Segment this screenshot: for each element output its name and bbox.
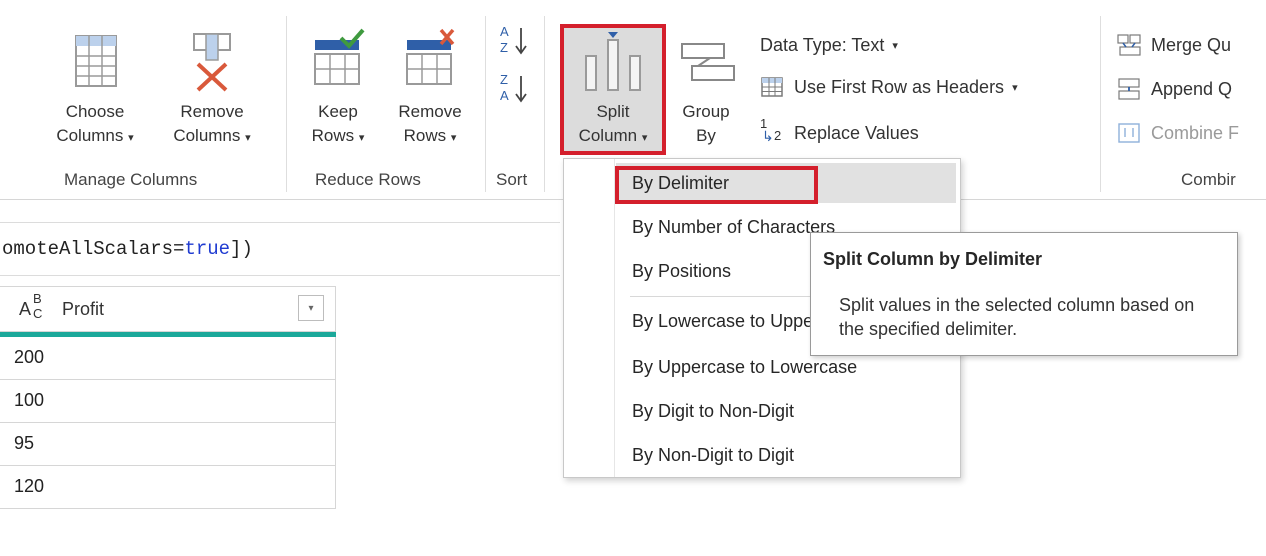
formula-suffix: ]) <box>230 238 253 260</box>
group-label-manage-columns: Manage Columns <box>64 170 198 189</box>
combine-files-button[interactable]: Combine F <box>1115 118 1239 148</box>
menu-item-by-digit-to-non-digit[interactable]: By Digit to Non-Digit <box>616 391 956 431</box>
choose-columns-label-1: Choose <box>65 102 125 121</box>
replace-icon-bottom: 2 <box>774 128 782 143</box>
group-combine: Merge Qu Append Q Combine F Combir <box>1101 0 1266 200</box>
column-name: Profit <box>62 299 105 319</box>
remove-columns-label-1: Remove <box>180 102 244 121</box>
data-grid: ABC A B C Profit ▾ 200 100 95 120 <box>0 286 336 509</box>
keep-rows-icon <box>295 26 381 96</box>
sort-ascending-button[interactable]: A Z <box>500 24 536 64</box>
sort-descending-icon-bottom: A <box>500 88 509 103</box>
use-first-row-headers-button[interactable]: Use First Row as Headers ▾ <box>758 72 1018 102</box>
group-label-sort: Sort <box>496 170 528 189</box>
combine-files-label: Combine F <box>1151 122 1240 143</box>
replace-values-icon: 1 ↳ 2 <box>758 116 786 146</box>
append-queries-label: Append Q <box>1151 78 1233 99</box>
chevron-down-icon: ▾ <box>641 132 648 144</box>
append-icon <box>1115 76 1143 102</box>
remove-columns-button[interactable]: Remove Columns ▾ <box>156 18 268 163</box>
combine-files-icon <box>1115 120 1143 146</box>
split-column-icon <box>564 26 662 96</box>
split-column-button[interactable]: Split Column ▾ <box>564 18 662 163</box>
use-first-row-headers-label: Use First Row as Headers <box>794 76 1005 97</box>
formula-bar[interactable]: omoteAllScalars=true]) <box>0 222 560 276</box>
remove-rows-label-1: Remove <box>398 102 462 121</box>
text-type-icon[interactable]: ABC A B C <box>14 291 59 324</box>
group-label-reduce-rows: Reduce Rows <box>315 170 421 189</box>
formula-prefix: omoteAllScalars= <box>2 238 185 260</box>
sort-descending-button[interactable]: Z A <box>500 72 536 112</box>
menu-gutter <box>614 159 615 477</box>
chevron-down-icon: ▾ <box>245 132 251 144</box>
formula-keyword: true <box>184 238 231 260</box>
choose-columns-button[interactable]: Choose Columns ▾ <box>40 18 150 163</box>
remove-columns-icon <box>156 26 268 96</box>
arrow-icon: ↳ <box>762 128 774 144</box>
group-by-button[interactable]: Group By <box>670 18 742 163</box>
keep-rows-label-2: Rows ▾ <box>311 126 365 145</box>
table-row[interactable]: 100 <box>0 380 336 423</box>
group-reduce-rows: Keep Rows ▾ Remove Rows ▾ Reduce Rows <box>287 0 485 200</box>
choose-columns-label-2: Columns ▾ <box>56 126 134 145</box>
merge-icon <box>1115 32 1143 58</box>
group-divider <box>544 16 545 192</box>
filter-dropdown-icon[interactable]: ▾ <box>298 295 324 321</box>
chevron-down-icon: ▾ <box>892 39 898 52</box>
tooltip: Split Column by Delimiter Split values i… <box>810 232 1238 356</box>
table-row[interactable]: 120 <box>0 466 336 509</box>
arrow-down-icon <box>515 76 527 103</box>
choose-columns-icon <box>40 26 150 96</box>
group-by-label-2: By <box>696 126 716 145</box>
group-label-combine: Combir <box>1181 170 1236 189</box>
tooltip-title: Split Column by Delimiter <box>823 249 1043 269</box>
sort-ascending-icon-bottom: Z <box>500 40 508 55</box>
column-header-profit[interactable]: ABC A B C Profit ▾ <box>0 286 336 332</box>
group-manage-columns: Choose Columns ▾ Remove Columns ▾ Manage… <box>0 0 286 200</box>
keep-rows-button[interactable]: Keep Rows ▾ <box>295 18 381 163</box>
split-column-label-1: Split <box>596 102 630 121</box>
replace-values-label: Replace Values <box>794 122 919 143</box>
table-headers-icon <box>758 74 786 100</box>
chevron-down-icon: ▾ <box>128 132 134 144</box>
by-delimiter-highlight <box>615 166 818 204</box>
remove-columns-label-2: Columns ▾ <box>173 126 251 145</box>
remove-rows-icon <box>383 26 477 96</box>
append-queries-button[interactable]: Append Q <box>1115 74 1232 104</box>
table-row[interactable]: 200 <box>0 337 336 380</box>
keep-rows-label-1: Keep <box>318 102 358 121</box>
chevron-down-icon: ▾ <box>1012 81 1018 94</box>
group-by-label-1: Group <box>682 102 730 121</box>
data-type-button[interactable]: Data Type: Text ▾ <box>760 30 898 60</box>
tooltip-body: Split values in the selected column base… <box>839 295 1195 339</box>
menu-item-by-non-digit-to-digit[interactable]: By Non-Digit to Digit <box>616 435 956 475</box>
group-sort: A Z Z A Sort <box>486 0 544 200</box>
merge-queries-label: Merge Qu <box>1151 34 1232 55</box>
data-type-label: Data Type: Text <box>760 34 885 55</box>
group-by-icon <box>670 26 742 96</box>
remove-rows-label-2: Rows ▾ <box>403 126 457 145</box>
formula-text: omoteAllScalars=true]) <box>2 238 253 260</box>
replace-values-button[interactable]: 1 ↳ 2 Replace Values <box>758 116 919 148</box>
table-row[interactable]: 95 <box>0 423 336 466</box>
merge-queries-button[interactable]: Merge Qu <box>1115 30 1231 60</box>
arrow-down-icon <box>515 28 527 55</box>
sort-ascending-icon-top: A <box>500 24 509 39</box>
chevron-down-icon: ▾ <box>358 132 365 144</box>
chevron-down-icon: ▾ <box>450 132 457 144</box>
type-icon-glyph: A B C <box>19 291 43 321</box>
sort-descending-icon-top: Z <box>500 72 508 87</box>
remove-rows-button[interactable]: Remove Rows ▾ <box>383 18 477 163</box>
split-column-label-2: Column ▾ <box>578 126 648 145</box>
